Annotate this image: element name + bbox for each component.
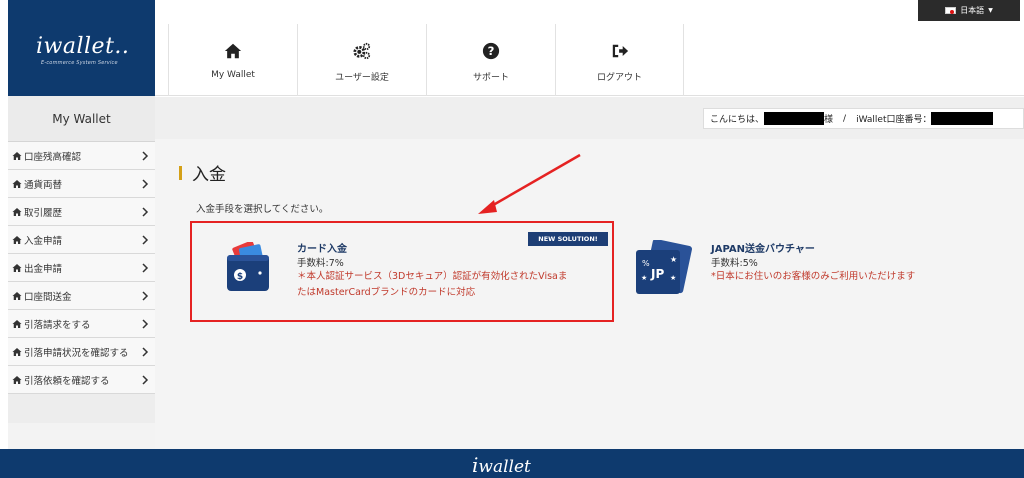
home-icon [224,43,242,59]
new-solution-badge: NEW SOLUTION! [528,232,608,246]
brand-logo: iwallet.. [36,34,130,59]
card-note-line1: ＊本人認証サービス（3Dセキュア）認証が有効化されたVisaま [297,271,568,282]
gears-icon [353,42,371,60]
sidebar-item[interactable]: 入金申請 [8,226,155,254]
language-label: 日本語 [960,6,985,15]
sidebar-item[interactable]: 引落依頼を確認する [8,366,155,394]
sidebar-item[interactable]: 引落請求をする [8,310,155,338]
home-icon [12,235,22,244]
home-icon [12,319,22,328]
svg-text:?: ? [488,44,495,58]
chevron-right-icon [142,235,149,245]
sidebar-item-label: 引落依頼を確認する [24,375,110,387]
svg-text:★: ★ [641,274,647,282]
sidebar-item-label: 口座間送金 [24,291,72,303]
chevron-right-icon [142,207,149,217]
nav-logout[interactable]: ログアウト [555,24,684,96]
footer-logo: iwallet [472,453,531,477]
logout-icon [612,44,628,58]
sidebar-item[interactable]: 取引履歴 [8,198,155,226]
redacted-account [931,112,994,125]
sidebar-item[interactable]: 口座残高確認 [8,142,155,170]
home-icon [12,347,22,356]
caret-down-icon: ▼ [988,7,993,14]
chevron-right-icon [142,347,149,357]
sidebar-item-label: 出金申請 [24,263,63,275]
nav-label: ユーザー設定 [335,73,389,83]
home-icon [12,179,22,188]
nav-support[interactable]: ? サポート [426,24,555,96]
greeting-prefix: こんにちは、 [710,115,765,125]
sidebar-item[interactable]: 引落申請状況を確認する [8,338,155,366]
svg-text:★: ★ [670,274,676,282]
nav-label: ログアウト [596,73,642,83]
redacted-name [764,112,825,125]
footer: iwallet [0,449,1024,478]
language-dropdown[interactable]: 日本語 ▼ [918,0,1020,21]
card-deposit-fee: 手数料:7% [297,258,344,269]
account-label: iWallet口座番号： [856,115,932,125]
nav-my-wallet[interactable]: My Wallet [168,24,297,96]
chevron-right-icon [142,179,149,189]
sidebar-item-label: 入金申請 [24,235,63,247]
question-icon: ? [482,42,500,60]
sidebar-item-label: 口座残高確認 [24,151,82,163]
chevron-right-icon [142,263,149,273]
sidebar-item-label: 引落請求をする [24,319,91,331]
sidebar-filler [8,394,155,423]
title-marker [179,165,182,180]
instruction-text: 入金手段を選択してください。 [196,204,329,215]
voucher-fee: 手数料:5% [711,258,758,269]
nav-label: My Wallet [211,70,255,80]
page-title: 入金 [179,160,226,185]
chevron-right-icon [142,291,149,301]
wallet-card-icon[interactable]: $ [224,242,272,294]
chevron-right-icon [142,319,149,329]
sidebar-item-label: 通貨両替 [24,179,63,191]
card-deposit-title[interactable]: カード入金 [297,240,347,255]
svg-text:$: $ [237,272,243,282]
sidebar-menu: 口座残高確認 通貨両替取引履歴入金申請出金申請口座間送金引落請求をする引落申請状況… [8,142,155,394]
page-title-text: 入金 [192,165,226,185]
greeting-honorific: 様 [824,115,834,125]
sidebar-item[interactable]: 口座間送金 [8,282,155,310]
chevron-right-icon [142,151,149,161]
nav-user-settings[interactable]: ユーザー設定 [297,24,426,96]
home-icon [12,375,22,384]
voucher-title[interactable]: JAPAN送金バウチャー [711,240,815,255]
svg-text:%: % [642,259,650,268]
voucher-note: *日本にお住いのお客様のみご利用いただけます [711,271,916,282]
sidebar-title: My Wallet [8,96,155,142]
sidebar-item[interactable]: 通貨両替 [8,170,155,198]
svg-text:★: ★ [670,255,677,264]
sidebar: My Wallet 口座残高確認 通貨両替取引履歴入金申請出金申請口座間送金引落請… [8,96,155,449]
card-note-line2: たはMasterCardブランドのカードに対応 [297,287,476,298]
sidebar-item[interactable]: 出金申請 [8,254,155,282]
card-deposit-note: ＊本人認証サービス（3Dセキュア）認証が有効化されたVisaま たはMaster… [297,269,567,301]
chevron-right-icon [142,375,149,385]
home-icon [12,291,22,300]
brand-tagline: E-commerce System Service [41,60,118,66]
voucher-jp-text: JP [650,267,664,281]
logo-panel[interactable]: iwallet.. E-commerce System Service [8,0,155,96]
sidebar-item-label: 取引履歴 [24,207,63,219]
sidebar-item-label: 引落申請状況を確認する [24,347,129,359]
greeting-box: こんにちは、 様 / iWallet口座番号： [703,108,1024,129]
top-navigation: My Wallet ユーザー設定 ? サポート ログアウト [155,0,1024,96]
home-icon [12,151,22,160]
home-icon [12,263,22,272]
voucher-jp-icon[interactable]: % JP ★ ★ ★ [634,240,692,296]
nav-label: サポート [472,73,509,83]
japan-flag-icon [945,7,957,14]
home-icon [12,207,22,216]
greeting-separator: / [843,113,847,124]
